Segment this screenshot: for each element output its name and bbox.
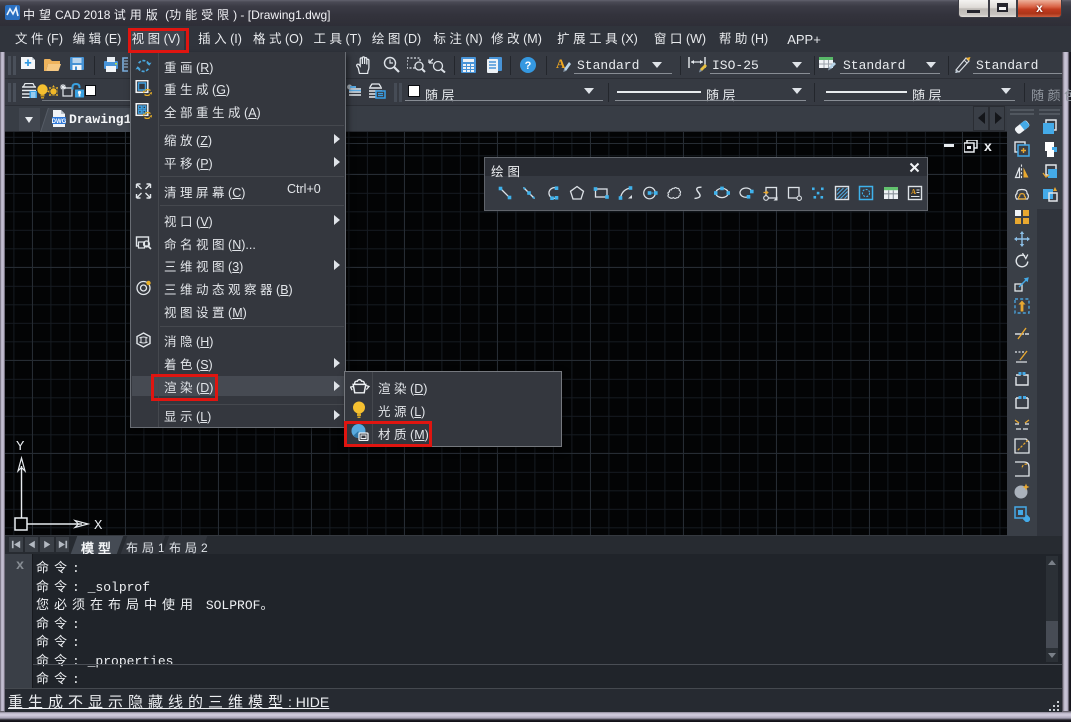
svg-text:X: X (94, 518, 103, 531)
svg-text:Y: Y (16, 439, 25, 455)
svg-text:DWG: DWG (52, 119, 66, 125)
svg-text:A: A (911, 188, 916, 196)
svg-text:?: ? (525, 60, 532, 72)
